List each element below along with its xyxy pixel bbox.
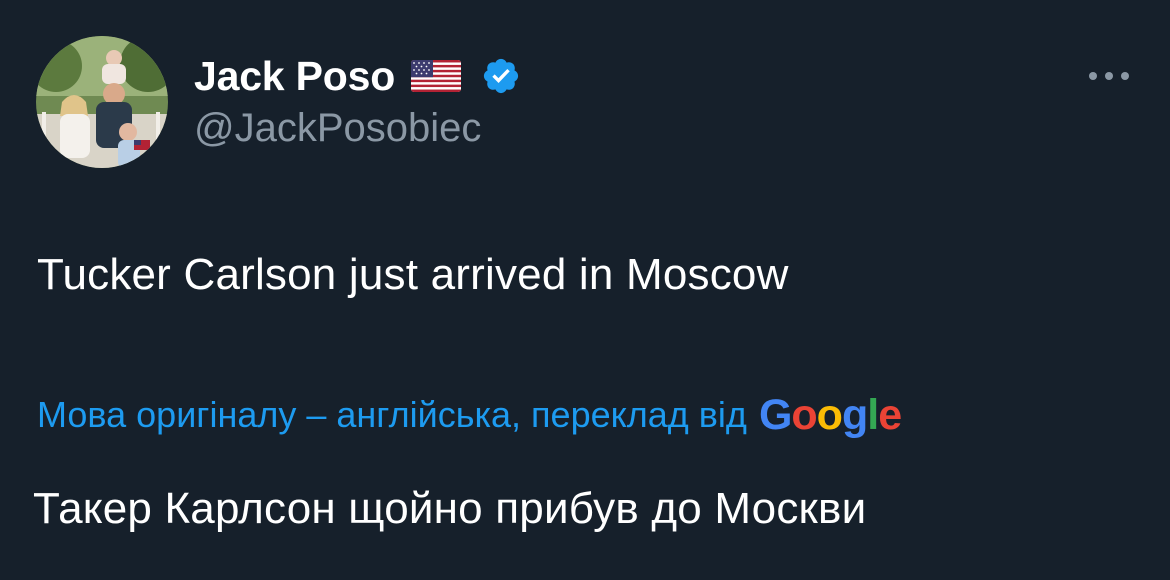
avatar[interactable]	[36, 36, 168, 168]
verified-badge-icon[interactable]	[481, 56, 521, 96]
author-name-row: Jack Poso	[194, 52, 521, 100]
google-logo: Google	[758, 390, 902, 440]
us-flag-icon	[411, 60, 462, 92]
google-logo-letter: g	[841, 390, 868, 439]
translation-attribution-link[interactable]: Мова оригіналу – англійська, переклад ві…	[37, 388, 902, 442]
translated-tweet-text: Такер Карлсон щойно прибув до Москви	[33, 484, 867, 533]
author-handle[interactable]: @JackPosobiec	[194, 106, 481, 151]
google-logo-letter: e	[878, 390, 902, 439]
google-logo-letter: o	[816, 390, 843, 439]
tweet-card: Jack Poso @JackPosobiec Tucker Carlson j…	[0, 0, 1170, 580]
display-name[interactable]: Jack Poso	[194, 53, 395, 100]
more-dots-icon[interactable]	[1084, 62, 1134, 90]
google-logo-letter: l	[867, 390, 879, 439]
tweet-text: Tucker Carlson just arrived in Moscow	[37, 250, 789, 299]
google-logo-letter: o	[791, 390, 817, 439]
translation-label[interactable]: Мова оригіналу – англійська, переклад ві…	[37, 394, 747, 436]
family-photo-avatar	[36, 36, 168, 168]
google-logo-letter: G	[758, 390, 792, 439]
